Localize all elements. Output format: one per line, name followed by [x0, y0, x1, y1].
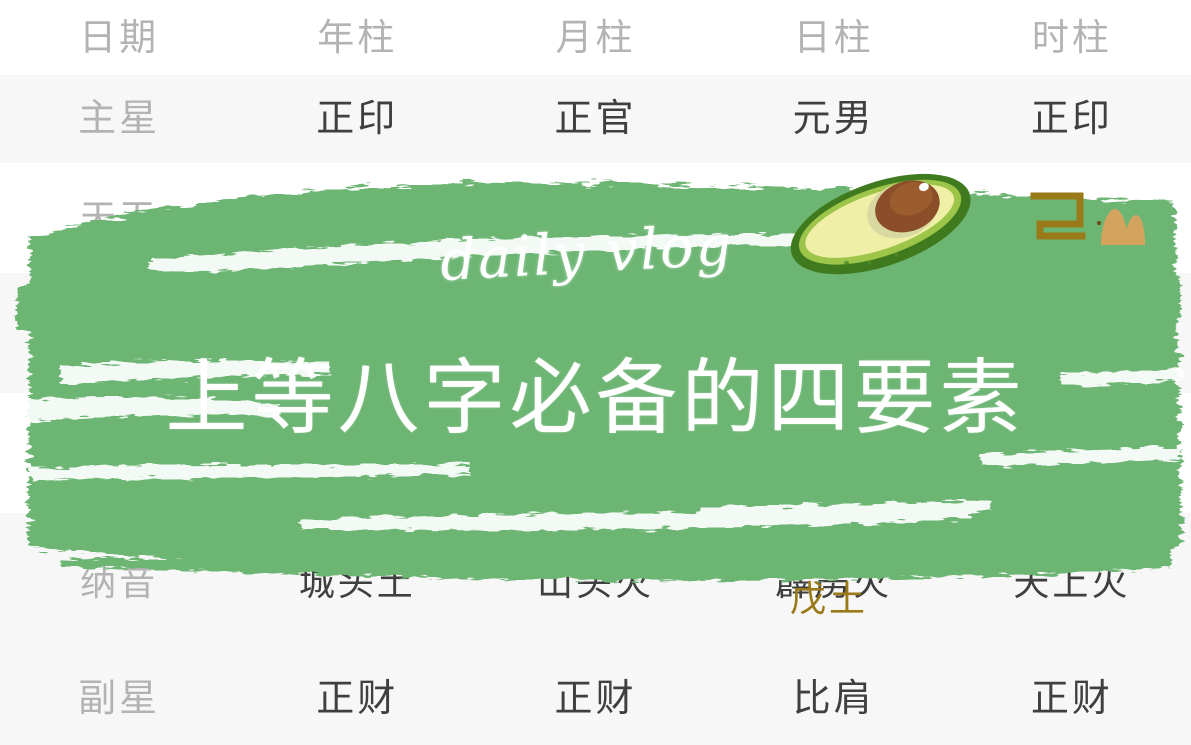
nayin-hour: 天上火 — [1013, 561, 1131, 603]
header-cell-year-pillar: 年柱 — [317, 17, 398, 58]
header-cell-month-pillar: 月柱 — [555, 17, 636, 58]
gold-character-mark-icon — [1030, 190, 1090, 246]
gold-caption-wutu: 戊土 — [790, 578, 869, 619]
main-star-year: 正印 — [316, 98, 399, 140]
nayin-month: 山头火 — [536, 561, 654, 603]
header-cell-hour-pillar: 时柱 — [1031, 17, 1112, 58]
row-label-heavenly-stem: 天干 — [80, 197, 159, 238]
main-star-month: 正官 — [554, 98, 637, 140]
sub-star-year: 正财 — [316, 677, 399, 720]
avocado-icon — [766, 158, 996, 293]
main-star-day: 元男 — [792, 98, 875, 140]
main-star-hour: 正印 — [1030, 98, 1113, 140]
overlay-title: 上等八字必备的四要素 — [165, 353, 1026, 444]
tan-blob-decor-icon — [1097, 205, 1147, 247]
sub-star-day: 比肩 — [792, 677, 875, 720]
header-cell-day-pillar: 日柱 — [793, 17, 874, 58]
row-label-sub-star: 副星 — [78, 677, 161, 720]
table-row-sub-star: 副星 正财 正财 比肩 正财 — [0, 652, 1191, 745]
earthly-branch-year: 卯木 — [318, 312, 397, 353]
earthly-branch-hour: 未土 — [1032, 312, 1111, 353]
earthly-branch-day: 子水 — [794, 312, 873, 353]
overlay-script-text: daily vlog — [438, 212, 736, 295]
row-label-nayin: 纳音 — [80, 561, 159, 603]
row-label-earthly-branch: 地支 — [80, 312, 159, 353]
bazi-chart-screen: 日期 年柱 月柱 日柱 时柱 主星 正印 正官 元男 正印 天干 己土 甲木 戊… — [0, 0, 1191, 745]
sub-star-month: 正财 — [554, 677, 637, 720]
nayin-year: 城头土 — [298, 561, 416, 603]
table-header-row: 日期 年柱 月柱 日柱 时柱 — [0, 0, 1191, 75]
sub-star-hour: 正财 — [1030, 677, 1113, 720]
row-label-main-star: 主星 — [78, 98, 161, 140]
table-row-nayin: 纳音 城头土 山头火 霹雳火 天上火 — [0, 513, 1191, 652]
header-cell-date: 日期 — [79, 17, 160, 58]
earthly-branch-month: 戌土 — [556, 312, 635, 353]
table-row-main-star: 主星 正印 正官 元男 正印 — [0, 75, 1191, 163]
